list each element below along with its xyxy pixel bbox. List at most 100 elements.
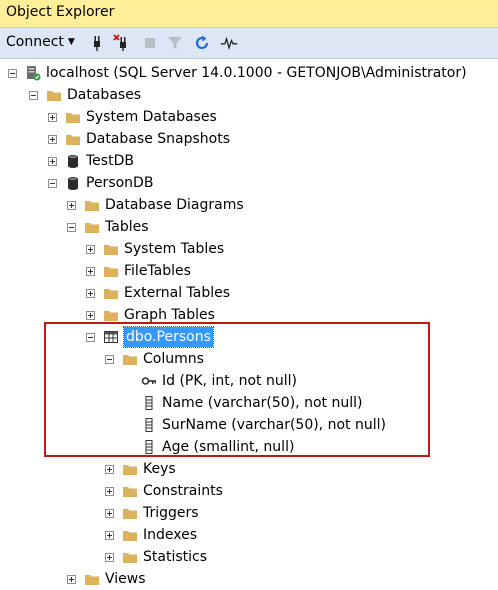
- tree-node-statistics[interactable]: Statistics: [105, 546, 207, 568]
- expand-toggle[interactable]: [67, 200, 76, 210]
- column-icon: [145, 440, 153, 454]
- tree-node-column-id[interactable]: Id (PK, int, not null): [141, 370, 297, 392]
- tree-label-server: localhost (SQL Server 14.0.1000 - GETONJ…: [46, 65, 467, 81]
- stop-icon[interactable]: [141, 34, 159, 52]
- folder-icon: [85, 575, 99, 585]
- database-icon: [68, 155, 78, 168]
- tree-label-system-tables: System Tables: [124, 241, 225, 257]
- tree-label-database-snapshots: Database Snapshots: [86, 131, 230, 147]
- folder-icon: [85, 223, 99, 233]
- collapse-toggle[interactable]: [48, 178, 57, 188]
- expand-toggle[interactable]: [86, 244, 95, 254]
- expand-toggle[interactable]: [48, 156, 57, 166]
- tree-node-column-age[interactable]: Age (smallint, null): [141, 436, 294, 458]
- tree-label-constraints: Constraints: [143, 483, 223, 499]
- collapse-toggle[interactable]: [86, 332, 95, 342]
- tree-label-databases: Databases: [67, 87, 142, 103]
- folder-icon: [123, 553, 137, 563]
- tree-node-indexes[interactable]: Indexes: [105, 524, 197, 546]
- collapse-toggle[interactable]: [67, 222, 76, 232]
- tree-label-system-databases: System Databases: [86, 109, 217, 125]
- folder-icon: [66, 135, 80, 145]
- tree-node-server[interactable]: localhost (SQL Server 14.0.1000 - GETONJ…: [8, 62, 467, 84]
- folder-icon: [104, 289, 118, 299]
- folder-icon: [85, 201, 99, 211]
- tree-label-persons-table: dbo.Persons: [123, 326, 214, 348]
- activity-monitor-icon[interactable]: [220, 34, 238, 52]
- folder-icon: [123, 355, 137, 365]
- column-icon: [145, 396, 153, 410]
- tree-label-testdb: TestDB: [86, 153, 134, 169]
- folder-icon: [123, 487, 137, 497]
- object-explorer-title-bar: Object Explorer: [0, 0, 498, 28]
- tree-label-tables: Tables: [105, 219, 149, 235]
- expand-toggle[interactable]: [48, 112, 57, 122]
- folder-icon: [104, 311, 118, 321]
- server-connected-icon: [27, 66, 41, 81]
- tree-node-column-surname[interactable]: SurName (varchar(50), not null): [141, 414, 386, 436]
- tree-node-tables[interactable]: Tables: [67, 216, 149, 238]
- tree-label-columns: Columns: [143, 351, 204, 367]
- folder-icon: [123, 509, 137, 519]
- database-icon: [68, 177, 78, 190]
- folder-icon: [104, 245, 118, 255]
- refresh-icon[interactable]: [193, 34, 211, 52]
- collapse-toggle[interactable]: [8, 68, 17, 78]
- chevron-down-icon: ▼: [67, 37, 75, 47]
- collapse-toggle[interactable]: [29, 90, 38, 100]
- column-icon: [145, 418, 153, 432]
- tree-label-graph-tables: Graph Tables: [124, 307, 215, 323]
- tree-node-system-tables[interactable]: System Tables: [86, 238, 224, 260]
- tree-label-statistics: Statistics: [143, 549, 207, 565]
- table-icon: [104, 331, 118, 343]
- expand-toggle[interactable]: [105, 486, 114, 496]
- object-explorer-tree: localhost (SQL Server 14.0.1000 - GETONJ…: [0, 59, 498, 590]
- tree-label-column-id: Id (PK, int, not null): [162, 373, 297, 389]
- expand-toggle[interactable]: [86, 288, 95, 298]
- tree-node-triggers[interactable]: Triggers: [105, 502, 199, 524]
- tree-label-persondb: PersonDB: [86, 175, 154, 191]
- tree-label-column-name: Name (varchar(50), not null): [162, 395, 363, 411]
- expand-toggle[interactable]: [86, 310, 95, 320]
- filter-icon[interactable]: [166, 34, 184, 52]
- expand-toggle[interactable]: [67, 574, 76, 584]
- expand-toggle[interactable]: [105, 464, 114, 474]
- tree-node-database-diagrams[interactable]: Database Diagrams: [67, 194, 244, 216]
- tree-node-external-tables[interactable]: External Tables: [86, 282, 230, 304]
- disconnect-icon[interactable]: [113, 34, 131, 52]
- folder-icon: [47, 91, 61, 101]
- tree-label-views: Views: [105, 571, 146, 587]
- primary-key-icon: [141, 377, 156, 385]
- connect-plug-icon[interactable]: [88, 34, 106, 52]
- tree-node-graph-tables[interactable]: Graph Tables: [86, 304, 215, 326]
- tree-node-testdb[interactable]: TestDB: [48, 150, 134, 172]
- tree-node-databases[interactable]: Databases: [29, 84, 141, 106]
- panel-title: Object Explorer: [6, 4, 115, 20]
- connect-button[interactable]: Connect ▼: [6, 34, 75, 50]
- tree-node-filetables[interactable]: FileTables: [86, 260, 191, 282]
- folder-icon: [104, 267, 118, 277]
- expand-toggle[interactable]: [105, 508, 114, 518]
- tree-node-columns[interactable]: Columns: [105, 348, 204, 370]
- tree-node-views[interactable]: Views: [67, 568, 146, 590]
- expand-toggle[interactable]: [86, 266, 95, 276]
- tree-label-column-age: Age (smallint, null): [162, 439, 295, 455]
- tree-label-database-diagrams: Database Diagrams: [105, 197, 244, 213]
- folder-icon: [123, 465, 137, 475]
- collapse-toggle[interactable]: [105, 354, 114, 364]
- expand-toggle[interactable]: [105, 530, 114, 540]
- tree-node-database-snapshots[interactable]: Database Snapshots: [48, 128, 230, 150]
- tree-node-persons-table[interactable]: dbo.Persons: [86, 326, 214, 348]
- tree-label-external-tables: External Tables: [124, 285, 231, 301]
- expand-toggle[interactable]: [105, 552, 114, 562]
- tree-node-system-databases[interactable]: System Databases: [48, 106, 217, 128]
- tree-node-constraints[interactable]: Constraints: [105, 480, 223, 502]
- tree-label-triggers: Triggers: [143, 505, 199, 521]
- tree-node-persondb[interactable]: PersonDB: [48, 172, 153, 194]
- tree-label-filetables: FileTables: [124, 263, 191, 279]
- tree-node-keys[interactable]: Keys: [105, 458, 176, 480]
- expand-toggle[interactable]: [48, 134, 57, 144]
- folder-icon: [66, 113, 80, 123]
- tree-node-column-name[interactable]: Name (varchar(50), not null): [141, 392, 362, 414]
- tree-label-keys: Keys: [143, 461, 176, 477]
